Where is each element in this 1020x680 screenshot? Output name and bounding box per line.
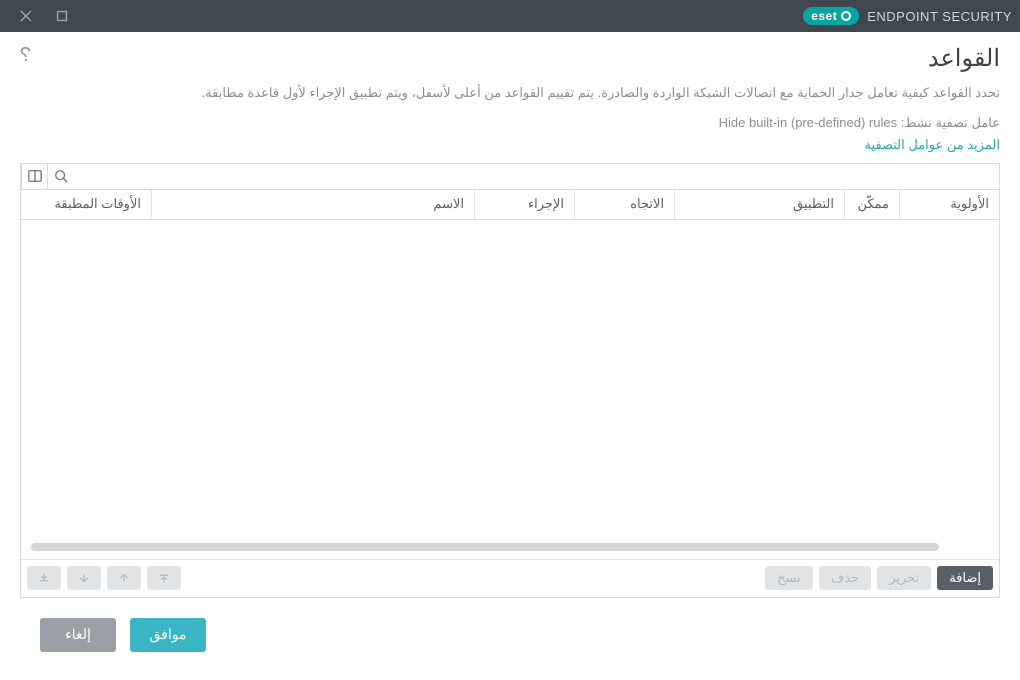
col-name[interactable]: الاسم bbox=[151, 190, 474, 219]
active-filter: عامل تصفية نشط: Hide built-in (pre-defin… bbox=[20, 115, 1000, 131]
brand-badge-text: eset bbox=[811, 9, 837, 23]
col-priority[interactable]: الأولوية bbox=[899, 190, 999, 219]
search-area[interactable] bbox=[74, 164, 999, 189]
maximize-icon[interactable] bbox=[52, 6, 72, 26]
columns-icon[interactable] bbox=[21, 164, 47, 189]
ok-button[interactable]: موافق bbox=[130, 618, 206, 652]
more-filters-link[interactable]: المزيد من عوامل التصفية bbox=[20, 137, 1000, 153]
col-direction[interactable]: الاتجاه bbox=[574, 190, 674, 219]
add-button[interactable]: إضافة bbox=[937, 566, 993, 590]
rules-panel: الأولوية ممكّن التطبيق الاتجاه الإجراء ا… bbox=[20, 163, 1000, 598]
help-icon[interactable]: ? bbox=[20, 44, 31, 67]
col-applied-times[interactable]: الأوقات المطبقة bbox=[21, 190, 151, 219]
horizontal-scrollbar[interactable] bbox=[31, 543, 939, 551]
branding: eset ENDPOINT SECURITY bbox=[803, 7, 1012, 25]
move-bottom-icon bbox=[27, 566, 61, 590]
table-header: الأولوية ممكّن التطبيق الاتجاه الإجراء ا… bbox=[21, 190, 999, 220]
page-description: تحدد القواعد كيفية تعامل جدار الحماية مع… bbox=[20, 83, 1000, 103]
filter-value: Hide built-in (pre-defined) rules bbox=[719, 115, 897, 130]
move-up-icon bbox=[107, 566, 141, 590]
brand-dot-icon bbox=[841, 11, 851, 21]
search-icon[interactable] bbox=[47, 164, 73, 189]
panel-footer: إضافة تحرير حذف نسخ bbox=[21, 559, 999, 597]
delete-button: حذف bbox=[819, 566, 871, 590]
table-body bbox=[21, 220, 999, 559]
move-top-icon bbox=[147, 566, 181, 590]
dialog-footer: موافق إلغاء bbox=[20, 598, 1000, 672]
product-name: ENDPOINT SECURITY bbox=[867, 9, 1012, 24]
close-icon[interactable] bbox=[16, 6, 36, 26]
page-title: القواعد bbox=[928, 44, 1000, 73]
cancel-button[interactable]: إلغاء bbox=[40, 618, 116, 652]
col-application[interactable]: التطبيق bbox=[674, 190, 844, 219]
filter-label: عامل تصفية نشط: bbox=[901, 115, 1000, 130]
brand-badge: eset bbox=[803, 7, 859, 25]
col-enabled[interactable]: ممكّن bbox=[844, 190, 899, 219]
window-controls bbox=[8, 6, 72, 26]
panel-toolbar bbox=[21, 164, 999, 190]
copy-button: نسخ bbox=[765, 566, 813, 590]
move-down-icon bbox=[67, 566, 101, 590]
edit-button: تحرير bbox=[877, 566, 931, 590]
titlebar: eset ENDPOINT SECURITY bbox=[0, 0, 1020, 32]
col-action[interactable]: الإجراء bbox=[474, 190, 574, 219]
